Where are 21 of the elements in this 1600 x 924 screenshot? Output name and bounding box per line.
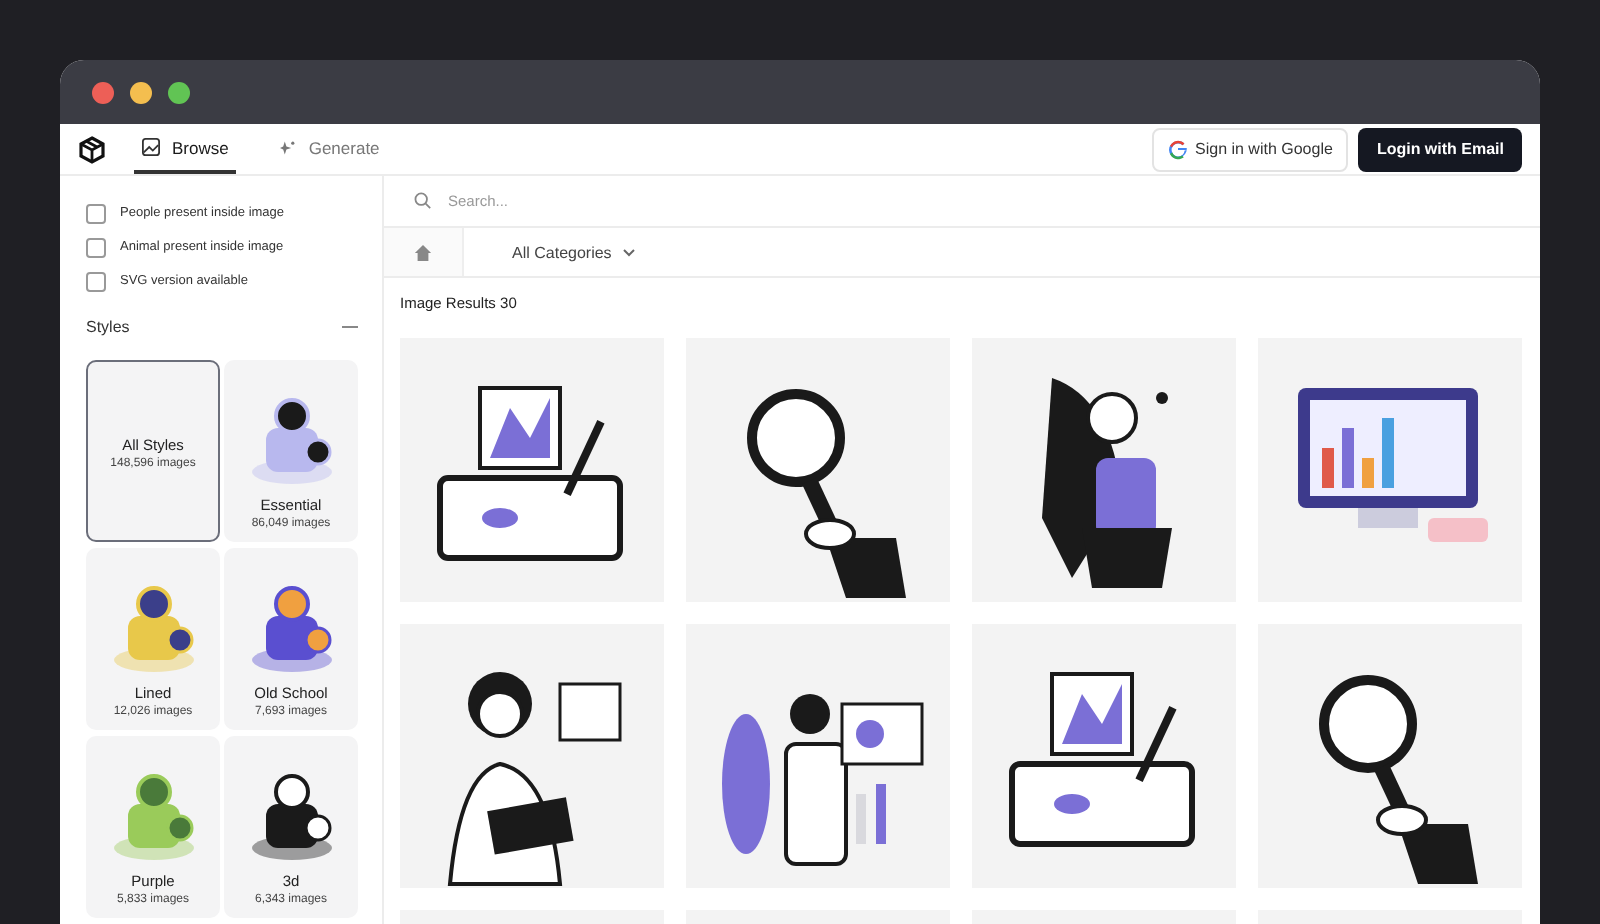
checkbox[interactable] [86,271,106,291]
google-icon [1167,139,1187,159]
logo-icon[interactable] [78,135,106,163]
home-icon [414,243,432,261]
checkbox[interactable] [86,203,106,223]
nav-tab[interactable]: Generate [272,124,388,174]
nav-tab[interactable]: Browse [134,124,237,174]
search-icon [414,192,432,210]
section-title: Styles [86,318,130,336]
minimize-dot[interactable] [130,81,152,103]
chevron-icon [621,247,636,257]
image-icon [142,138,160,156]
login-email-button[interactable]: Login with Email [1358,127,1522,171]
checkbox[interactable] [86,237,106,257]
close-dot[interactable] [92,81,114,103]
category-dropdown[interactable]: All Categories [500,241,648,263]
minus-icon [342,325,358,329]
maximize-dot[interactable] [168,81,190,103]
home-button[interactable] [384,228,464,276]
google-sign-in-button[interactable]: Sign in with Google [1151,127,1349,171]
sparkle-icon [280,139,297,155]
